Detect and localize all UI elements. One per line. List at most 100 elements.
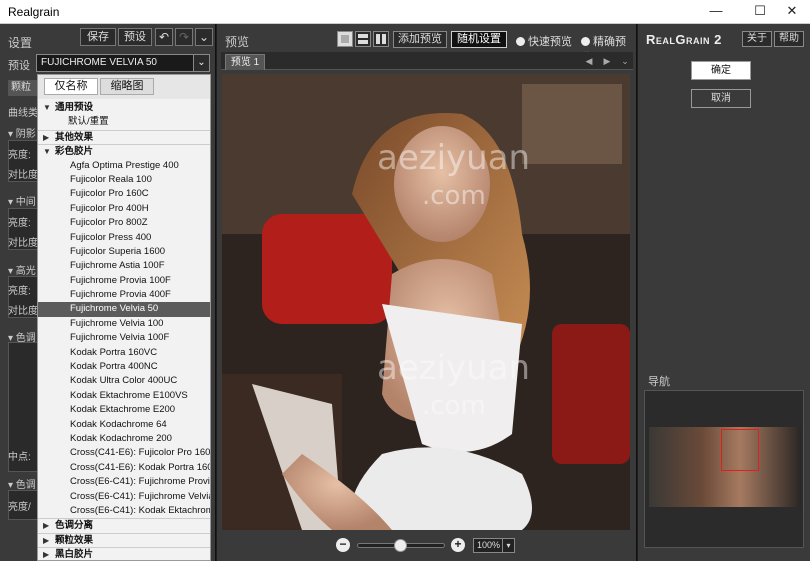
preset-item-label: Cross(C41-E6): Fujicolor Pro 160C — [70, 447, 211, 459]
defaults-button[interactable]: 预设 — [118, 28, 152, 46]
navigator-viewport[interactable] — [721, 429, 759, 471]
maximize-button[interactable]: ☐ — [742, 0, 778, 24]
preset-item[interactable]: Kodak Ektachrome E200 — [38, 403, 210, 417]
radio-dot-icon — [581, 37, 590, 46]
tab-names-only[interactable]: 仅名称 — [44, 78, 98, 95]
svg-text:aeziyuan: aeziyuan — [377, 348, 530, 388]
preset-item[interactable]: Cross(E6-C41): Fujichrome Provia — [38, 475, 210, 489]
preset-group[interactable]: ▶ 黑白胶片 — [38, 547, 210, 560]
preset-item[interactable]: Fujicolor Pro 160C — [38, 187, 210, 201]
minimize-button[interactable]: — — [698, 0, 734, 24]
settings-header: 设置 保存 预设 ↶ ↷ ⌄ — [0, 28, 216, 52]
preset-item[interactable]: Kodak Portra 160VC — [38, 346, 210, 360]
preset-item-label: 默认/重置 — [68, 116, 109, 128]
under-label: 对比度 — [8, 170, 38, 181]
split-vertical-icon[interactable] — [373, 31, 389, 47]
preset-item[interactable]: 默认/重置 — [38, 115, 210, 129]
preset-item[interactable]: Kodak Ultra Color 400UC — [38, 374, 210, 388]
collapsed-arrow-icon[interactable]: ▶ — [43, 534, 49, 547]
preset-group[interactable]: ▼ 彩色胶片 — [38, 144, 210, 158]
tab-menu-icon[interactable]: ⌄ — [617, 54, 633, 68]
preview-image[interactable]: aeziyuan .com aeziyuan .com — [222, 74, 630, 530]
section-tone-2[interactable]: ▾ 色调 — [8, 476, 36, 491]
preset-item-label: Cross(E6-C41): Fujichrome Velvia — [70, 490, 211, 502]
preset-item-label: Fujichrome Astia 100F — [70, 260, 165, 272]
expanded-arrow-icon[interactable]: ▼ — [43, 145, 51, 158]
under-label: 对比度 — [8, 238, 38, 249]
zoom-out-icon[interactable]: − — [336, 538, 350, 552]
preset-item[interactable]: Fujicolor Superia 1600 — [38, 245, 210, 259]
preview-tabstrip: 预览 1 ◀ ▶ ⌄ — [221, 52, 633, 70]
preview-title: 预览 — [225, 35, 250, 49]
preset-item-label: Cross(C41-E6): Kodak Portra 160VC — [70, 461, 211, 473]
preset-item[interactable]: Cross(E6-C41): Kodak Ektachrome — [38, 504, 211, 518]
help-button[interactable]: 帮助 — [774, 31, 804, 47]
collapsed-arrow-icon[interactable]: ▶ — [43, 131, 49, 144]
under-label: 中点: — [8, 452, 31, 463]
about-button[interactable]: 关于 — [742, 31, 772, 47]
random-settings-button[interactable]: 随机设置 — [451, 31, 507, 48]
zoom-select[interactable]: 100% ▾ — [473, 538, 515, 553]
preset-group[interactable]: ▶ 色调分离 — [38, 518, 210, 532]
preset-item-label: Fujicolor Press 400 — [70, 231, 152, 243]
preset-group[interactable]: ▼ 通用预设 — [38, 101, 210, 115]
preset-select[interactable]: FUJICHROME VELVIA 50 ⌄ — [36, 54, 210, 72]
preset-item[interactable]: Kodak Kodachrome 64 — [38, 418, 210, 432]
section-shadows[interactable]: ▾ 阴影 — [8, 125, 36, 140]
preset-item[interactable]: Fujicolor Pro 400H — [38, 202, 210, 216]
settings-menu-icon[interactable]: ⌄ — [195, 28, 213, 46]
undo-icon[interactable]: ↶ — [155, 28, 173, 46]
section-highlights[interactable]: ▾ 高光 — [8, 262, 36, 277]
tab-grain[interactable]: 颗粒 — [8, 80, 38, 96]
preset-item[interactable]: Fujicolor Pro 800Z — [38, 216, 210, 230]
preset-item[interactable]: Fujichrome Velvia 100F — [38, 331, 210, 345]
preset-item[interactable]: Fujicolor Press 400 — [38, 231, 210, 245]
preset-item[interactable]: Fujichrome Provia 400F — [38, 288, 210, 302]
zoom-in-icon[interactable]: + — [451, 538, 465, 552]
redo-icon[interactable]: ↷ — [175, 28, 193, 46]
tab-left-icon[interactable]: ◀ — [581, 54, 597, 68]
preset-item-label: Fujichrome Velvia 100F — [70, 332, 170, 344]
preset-item[interactable]: Cross(E6-C41): Fujichrome Velvia — [38, 490, 211, 504]
preset-group-label: 彩色胶片 — [55, 146, 94, 158]
preset-item-label: Cross(E6-C41): Kodak Ektachrome — [70, 504, 211, 516]
preset-group[interactable]: ▶ 颗粒效果 — [38, 532, 210, 547]
fast-preview-radio[interactable]: 快速预览 — [516, 33, 572, 49]
cancel-button[interactable]: 取消 — [691, 89, 751, 108]
collapsed-arrow-icon[interactable]: ▶ — [43, 548, 49, 560]
preset-item[interactable]: Agfa Optima Prestige 400 — [38, 159, 210, 173]
preset-item[interactable]: Cross(C41-E6): Fujicolor Pro 160C — [38, 446, 211, 460]
add-preview-button[interactable]: 添加预览 — [393, 31, 447, 48]
preset-item[interactable]: Fujichrome Astia 100F — [38, 259, 210, 273]
close-button[interactable]: ✕ — [774, 0, 810, 24]
tab-thumbnails[interactable]: 缩略图 — [100, 78, 154, 95]
preset-item[interactable]: Fujichrome Velvia 50 — [38, 302, 210, 317]
tab-right-icon[interactable]: ▶ — [599, 54, 615, 68]
preset-item[interactable]: Kodak Kodachrome 200 — [38, 432, 210, 446]
preset-value: FUJICHROME VELVIA 50 — [41, 57, 157, 68]
single-view-icon[interactable] — [337, 31, 353, 47]
preset-item[interactable]: Fujichrome Velvia 100 — [38, 317, 210, 331]
tab-preview-1[interactable]: 预览 1 — [225, 54, 265, 70]
navigator-thumbnail[interactable] — [649, 427, 801, 507]
section-midtones[interactable]: ▾ 中间 — [8, 193, 36, 208]
preset-item[interactable]: Kodak Ektachrome E100VS — [38, 389, 210, 403]
zoom-slider[interactable] — [357, 539, 445, 552]
navigator-box[interactable] — [644, 390, 804, 548]
preset-item[interactable]: Fujichrome Provia 100F — [38, 274, 210, 288]
save-button[interactable]: 保存 — [80, 28, 116, 46]
expanded-arrow-icon[interactable]: ▼ — [43, 101, 51, 115]
preset-item-label: Fujicolor Pro 160C — [70, 188, 149, 200]
preset-item[interactable]: Fujicolor Reala 100 — [38, 173, 210, 187]
preset-item[interactable]: Kodak Portra 400NC — [38, 360, 210, 374]
split-horizontal-icon[interactable] — [355, 31, 371, 47]
under-label: 亮度: — [8, 150, 31, 161]
preset-label: 预设 — [8, 60, 30, 72]
preset-item-label: Fujichrome Provia 100F — [70, 274, 171, 286]
preset-group[interactable]: ▶ 其他效果 — [38, 129, 210, 144]
ok-button[interactable]: 确定 — [691, 61, 751, 80]
zoom-slider-handle[interactable] — [393, 539, 407, 552]
collapsed-arrow-icon[interactable]: ▶ — [43, 519, 49, 532]
preset-item[interactable]: Cross(C41-E6): Kodak Portra 160VC — [38, 461, 211, 475]
svg-text:.com: .com — [422, 391, 486, 421]
